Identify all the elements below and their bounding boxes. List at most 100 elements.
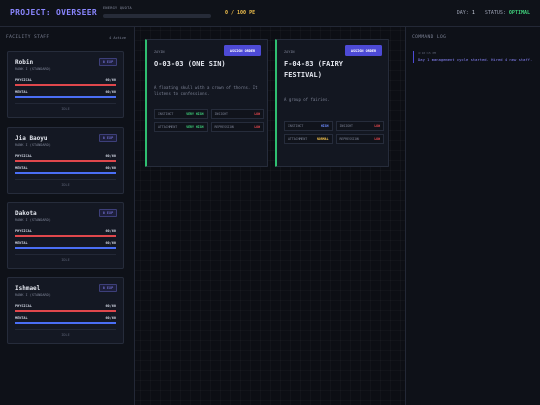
staff-card[interactable]: Jia Baoyu RANK I (STANDARD) 0 EXP PHYSIC…: [7, 127, 124, 194]
work-grid: INSTINCT HIGH INSIGHT LOW ATTACHMENT NORMAL…: [284, 121, 384, 144]
mental-label: MENTAL: [15, 316, 28, 320]
work-label: INSIGHT: [214, 112, 228, 116]
staff-rank: RANK I (STANDARD): [15, 67, 51, 71]
mental-bar: [15, 247, 116, 249]
exp-badge[interactable]: 0 EXP: [99, 58, 117, 66]
staff-state: IDLE: [61, 333, 70, 337]
staff-rank: RANK I (STANDARD): [15, 218, 51, 222]
work-cell[interactable]: INSTINCT VERY HIGH: [154, 109, 208, 119]
mental-stat: MENTAL 60/60: [15, 316, 116, 320]
physical-bar: [15, 84, 116, 86]
work-value: LOW: [254, 112, 260, 116]
staff-rank: RANK I (STANDARD): [15, 293, 51, 297]
work-label: ATTACHMENT: [158, 125, 178, 129]
exp-badge[interactable]: 0 EXP: [99, 284, 117, 292]
physical-label: PHYSICAL: [15, 78, 32, 82]
work-value: VERY HIGH: [186, 112, 204, 116]
mental-bar: [15, 96, 116, 98]
energy-quota-bar: [103, 14, 211, 18]
staff-rank: RANK I (STANDARD): [15, 143, 51, 147]
physical-value: 60/60: [105, 304, 116, 308]
work-cell[interactable]: REPRESSION LOW: [210, 122, 264, 132]
work-cell[interactable]: INSIGHT LOW: [335, 121, 384, 131]
staff-count: 4 Active: [109, 36, 126, 40]
mental-value: 60/60: [105, 241, 116, 245]
command-log-panel: COMMAND LOG 4:10:15 PM Day 1 management …: [405, 27, 540, 405]
work-label: INSTINCT: [158, 112, 174, 116]
app-title: PROJECT: OVERSEER: [10, 8, 97, 17]
staff-card[interactable]: Ishmael RANK I (STANDARD) 0 EXP PHYSICAL…: [7, 277, 124, 344]
status-area: DAY: 1 STATUS: OPTIMAL: [457, 10, 530, 16]
work-value: LOW: [374, 124, 380, 128]
work-label: INSTINCT: [288, 124, 304, 128]
physical-bar: [15, 160, 116, 162]
status-label: STATUS:: [484, 10, 506, 16]
staff-card[interactable]: Dakota RANK I (STANDARD) 0 EXP PHYSICAL 6…: [7, 202, 124, 269]
staff-card[interactable]: Robin RANK I (STANDARD) 0 EXP PHYSICAL 60…: [7, 51, 124, 118]
work-label: REPRESSION: [339, 137, 359, 141]
mental-stat: MENTAL 60/60: [15, 90, 116, 94]
risk-tag: ZAYIN: [154, 50, 165, 54]
mental-value: 60/60: [105, 316, 116, 320]
abnormality-name: F-04-83 (FAIRY FESTIVAL): [284, 60, 344, 79]
physical-stat: PHYSICAL 60/60: [15, 154, 116, 158]
command-log-heading: COMMAND LOG: [412, 35, 447, 40]
abnormality-description: A group of fairies.: [284, 97, 330, 102]
physical-stat: PHYSICAL 60/60: [15, 229, 116, 233]
assign-order-button[interactable]: ASSIGN ORDER: [224, 45, 261, 56]
top-bar: PROJECT: OVERSEER ENERGY QUOTA 0 / 100 P…: [0, 0, 540, 27]
mental-label: MENTAL: [15, 166, 28, 170]
physical-stat: PHYSICAL 60/60: [15, 304, 116, 308]
staff-name: Jia Baoyu: [15, 135, 48, 142]
card-divider: [15, 329, 116, 330]
mental-value: 60/60: [105, 166, 116, 170]
physical-value: 60/60: [105, 229, 116, 233]
assign-order-button[interactable]: ASSIGN ORDER: [345, 45, 382, 56]
staff-name: Dakota: [15, 210, 37, 217]
staff-panel: FACILITY STAFF 4 Active Robin RANK I (ST…: [0, 27, 135, 405]
log-entry: 4:10:15 PM Day 1 management cycle starte…: [413, 51, 534, 63]
work-cell[interactable]: ATTACHMENT NORMAL: [284, 134, 333, 144]
abnormality-card[interactable]: ZAYIN ASSIGN ORDER F-04-83 (FAIRY FESTIV…: [275, 39, 389, 167]
day-label: DAY:: [456, 10, 469, 16]
physical-value: 60/60: [105, 78, 116, 82]
mental-bar: [15, 322, 116, 324]
day-value: 1: [471, 10, 475, 16]
work-label: INSIGHT: [339, 124, 353, 128]
card-divider: [15, 179, 116, 180]
containment-area: ZAYIN ASSIGN ORDER O-03-03 (ONE SIN) A f…: [135, 27, 405, 405]
abnormality-description: A floating skull with a crown of thorns.…: [154, 85, 258, 96]
mental-bar: [15, 172, 116, 174]
risk-tag: ZAYIN: [284, 50, 295, 54]
work-value: VERY HIGH: [186, 125, 204, 129]
mental-stat: MENTAL 60/60: [15, 166, 116, 170]
work-cell[interactable]: ATTACHMENT VERY HIGH: [154, 122, 208, 132]
work-cell[interactable]: INSTINCT HIGH: [284, 121, 333, 131]
physical-value: 60/60: [105, 154, 116, 158]
abnormality-card[interactable]: ZAYIN ASSIGN ORDER O-03-03 (ONE SIN) A f…: [145, 39, 268, 167]
exp-badge[interactable]: 0 EXP: [99, 134, 117, 142]
physical-stat: PHYSICAL 60/60: [15, 78, 116, 82]
abnormality-name: O-03-03 (ONE SIN): [154, 60, 226, 68]
physical-label: PHYSICAL: [15, 304, 32, 308]
work-grid: INSTINCT VERY HIGH INSIGHT LOW ATTACHMENT V…: [154, 109, 264, 132]
staff-state: IDLE: [61, 107, 70, 111]
work-label: ATTACHMENT: [288, 137, 308, 141]
work-value: LOW: [374, 137, 380, 141]
staff-state: IDLE: [61, 258, 70, 262]
log-timestamp: 4:10:15 PM: [418, 51, 437, 55]
work-value: LOW: [254, 125, 260, 129]
status-value: OPTIMAL: [508, 10, 530, 16]
exp-badge[interactable]: 0 EXP: [99, 209, 117, 217]
work-value: HIGH: [320, 124, 329, 128]
physical-label: PHYSICAL: [15, 154, 32, 158]
mental-value: 60/60: [105, 90, 116, 94]
mental-label: MENTAL: [15, 90, 28, 94]
mental-label: MENTAL: [15, 241, 28, 245]
log-message: Day 1 management cycle started. Hired 4 …: [418, 57, 533, 62]
work-cell[interactable]: REPRESSION LOW: [335, 134, 384, 144]
work-cell[interactable]: INSIGHT LOW: [210, 109, 264, 119]
work-label: REPRESSION: [214, 125, 234, 129]
card-divider: [15, 103, 116, 104]
staff-name: Robin: [15, 59, 34, 66]
